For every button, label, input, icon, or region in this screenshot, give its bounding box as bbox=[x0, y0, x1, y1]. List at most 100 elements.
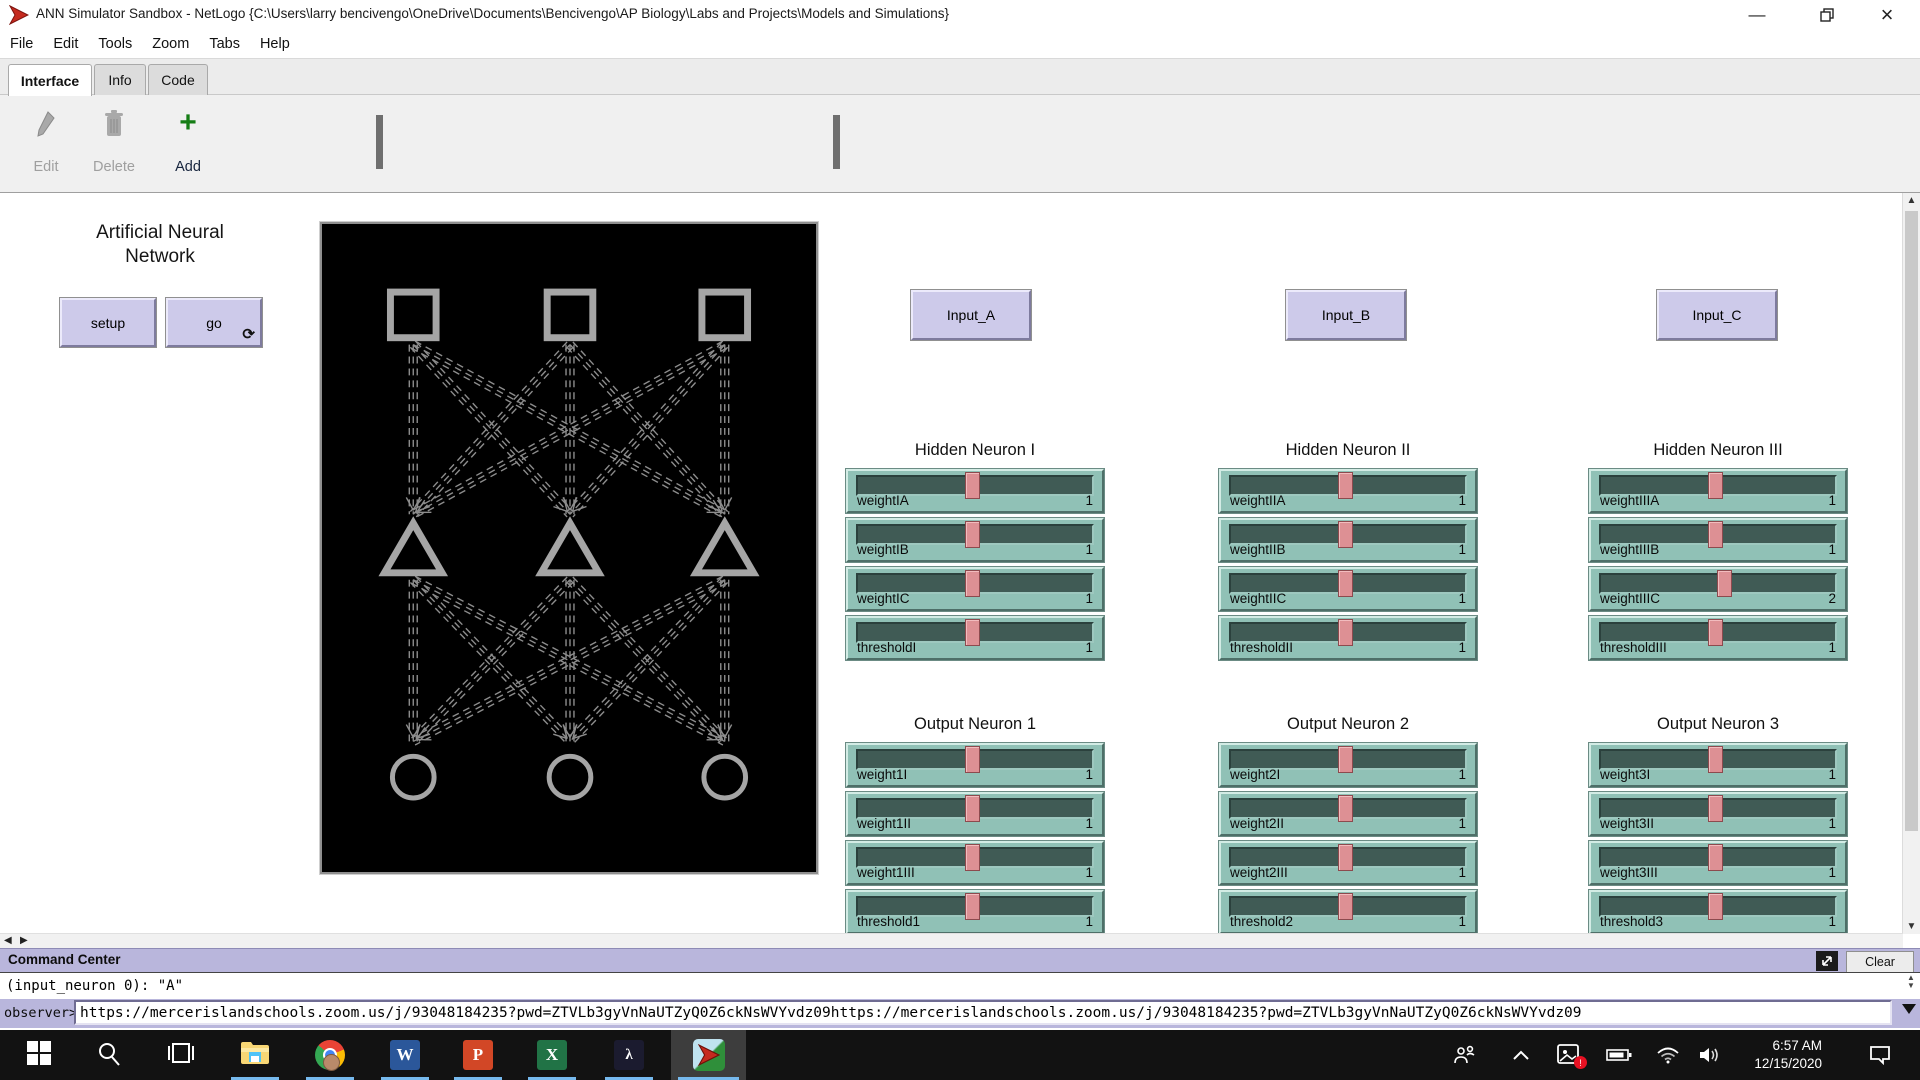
close-button[interactable]: × bbox=[1864, 0, 1910, 30]
go-button[interactable]: go ⟳ bbox=[166, 298, 262, 347]
taskbar-app-word[interactable]: W bbox=[374, 1030, 436, 1080]
tab-code[interactable]: Code bbox=[148, 64, 208, 95]
menu-item-help[interactable]: Help bbox=[250, 36, 300, 52]
vertical-scrollbar[interactable]: ▲ ▼ bbox=[1902, 193, 1920, 934]
scroll-right-icon[interactable]: ▶ bbox=[20, 935, 28, 946]
slider-weight2I[interactable]: weight2I1 bbox=[1219, 743, 1477, 787]
slider-thumb[interactable] bbox=[1338, 795, 1353, 822]
taskbar-app-start[interactable] bbox=[8, 1030, 70, 1080]
vertical-scrollbar-thumb[interactable] bbox=[1905, 211, 1918, 831]
add-button[interactable]: + Add bbox=[156, 109, 220, 175]
tray-battery-icon[interactable] bbox=[1601, 1030, 1637, 1080]
slider-weightIA[interactable]: weightIA1 bbox=[846, 469, 1104, 513]
tab-info[interactable]: Info bbox=[94, 64, 146, 95]
slider-weight1I[interactable]: weight1I1 bbox=[846, 743, 1104, 787]
slider-thumb[interactable] bbox=[1338, 746, 1353, 773]
scroll-down-icon[interactable]: ▼ bbox=[1903, 921, 1920, 932]
slider-thumb[interactable] bbox=[1708, 746, 1723, 773]
slider-thumb[interactable] bbox=[1338, 619, 1353, 646]
scroll-left-icon[interactable]: ◀ bbox=[4, 935, 12, 946]
scroll-up-icon[interactable]: ▲ bbox=[1903, 195, 1920, 206]
tab-interface[interactable]: Interface bbox=[8, 64, 92, 96]
command-center-resize-button[interactable] bbox=[1816, 951, 1838, 971]
input-button-input_b[interactable]: Input_B bbox=[1286, 290, 1406, 340]
taskbar-clock[interactable]: 6:57 AM 12/15/2020 bbox=[1712, 1037, 1822, 1073]
taskbar-app-chrome[interactable] bbox=[299, 1030, 361, 1080]
slider-thumb[interactable] bbox=[1338, 521, 1353, 548]
world-view-canvas[interactable] bbox=[320, 222, 818, 874]
slider-thumb[interactable] bbox=[965, 619, 980, 646]
slider-thumb[interactable] bbox=[1338, 472, 1353, 499]
slider-thresholdIII[interactable]: thresholdIII1 bbox=[1589, 616, 1847, 660]
slider-weight3III[interactable]: weight3III1 bbox=[1589, 841, 1847, 885]
slider-weight3II[interactable]: weight3II1 bbox=[1589, 792, 1847, 836]
slider-thumb[interactable] bbox=[965, 521, 980, 548]
menu-item-tools[interactable]: Tools bbox=[88, 36, 142, 52]
delete-button[interactable]: Delete bbox=[82, 109, 146, 175]
slider-threshold3[interactable]: threshold31 bbox=[1589, 890, 1847, 934]
slider-weight2II[interactable]: weight2II1 bbox=[1219, 792, 1477, 836]
taskbar-app-excel[interactable]: X bbox=[521, 1030, 583, 1080]
edit-button[interactable]: Edit bbox=[14, 109, 78, 175]
slider-threshold2[interactable]: threshold21 bbox=[1219, 890, 1477, 934]
setup-button[interactable]: setup bbox=[60, 298, 156, 347]
slider-thumb[interactable] bbox=[1708, 844, 1723, 871]
slider-weightIIA[interactable]: weightIIA1 bbox=[1219, 469, 1477, 513]
slider-weight1II[interactable]: weight1II1 bbox=[846, 792, 1104, 836]
minimize-button[interactable]: — bbox=[1734, 0, 1780, 30]
taskbar-app-powerpoint[interactable]: P bbox=[447, 1030, 509, 1080]
slider-name: thresholdI bbox=[857, 640, 916, 655]
input-button-input_a[interactable]: Input_A bbox=[911, 290, 1031, 340]
slider-thumb[interactable] bbox=[1338, 570, 1353, 597]
slider-thumb[interactable] bbox=[1708, 619, 1723, 646]
menu-item-file[interactable]: File bbox=[0, 36, 43, 52]
command-input[interactable]: https://mercerislandschools.zoom.us/j/93… bbox=[74, 1000, 1892, 1025]
slider-weightIIIB[interactable]: weightIIIB1 bbox=[1589, 518, 1847, 562]
slider-thumb[interactable] bbox=[1338, 893, 1353, 920]
slider-weightIIB[interactable]: weightIIB1 bbox=[1219, 518, 1477, 562]
slider-weightIC[interactable]: weightIC1 bbox=[846, 567, 1104, 611]
slider-weight2III[interactable]: weight2III1 bbox=[1219, 841, 1477, 885]
menu-item-tabs[interactable]: Tabs bbox=[199, 36, 250, 52]
slider-thumb[interactable] bbox=[965, 570, 980, 597]
taskbar-app-file-explorer[interactable] bbox=[224, 1030, 286, 1080]
slider-thumb[interactable] bbox=[965, 472, 980, 499]
clear-button[interactable]: Clear bbox=[1846, 951, 1914, 973]
taskbar-app-netlogo[interactable] bbox=[671, 1030, 746, 1080]
slider-thumb[interactable] bbox=[1338, 844, 1353, 871]
slider-weightIIIC[interactable]: weightIIIC2 bbox=[1589, 567, 1847, 611]
output-scrollbar[interactable]: ▲▼ bbox=[1904, 974, 1918, 996]
slider-weightIIC[interactable]: weightIIC1 bbox=[1219, 567, 1477, 611]
slider-thresholdII[interactable]: thresholdII1 bbox=[1219, 616, 1477, 660]
slider-thumb[interactable] bbox=[1708, 472, 1723, 499]
slider-thumb[interactable] bbox=[1708, 893, 1723, 920]
tray-wifi-icon[interactable] bbox=[1650, 1030, 1686, 1080]
tray-notification-app-icon[interactable]: ! bbox=[1552, 1030, 1588, 1080]
tray-action-center-icon[interactable] bbox=[1862, 1030, 1898, 1080]
edit-label: Edit bbox=[34, 159, 59, 175]
slider-thresholdI[interactable]: thresholdI1 bbox=[846, 616, 1104, 660]
horizontal-scrollbar[interactable]: ◀ ▶ bbox=[0, 933, 1903, 948]
tray-people-icon[interactable] bbox=[1447, 1030, 1483, 1080]
tray-chevron-up-icon[interactable] bbox=[1503, 1030, 1539, 1080]
restore-button[interactable] bbox=[1804, 0, 1850, 30]
slider-thumb[interactable] bbox=[965, 746, 980, 773]
taskbar-app-search[interactable] bbox=[78, 1030, 140, 1080]
slider-thumb[interactable] bbox=[965, 844, 980, 871]
menu-item-zoom[interactable]: Zoom bbox=[142, 36, 199, 52]
slider-thumb[interactable] bbox=[1708, 795, 1723, 822]
slider-weight1III[interactable]: weight1III1 bbox=[846, 841, 1104, 885]
taskbar-app-task-view[interactable] bbox=[150, 1030, 212, 1080]
input-button-input_c[interactable]: Input_C bbox=[1657, 290, 1777, 340]
command-history-dropdown-icon[interactable] bbox=[1902, 1004, 1916, 1014]
slider-thumb[interactable] bbox=[965, 893, 980, 920]
slider-thumb[interactable] bbox=[1717, 570, 1732, 597]
slider-weight3I[interactable]: weight3I1 bbox=[1589, 743, 1847, 787]
slider-thumb[interactable] bbox=[1708, 521, 1723, 548]
taskbar-app-acrobat[interactable]: λ bbox=[598, 1030, 660, 1080]
slider-threshold1[interactable]: threshold11 bbox=[846, 890, 1104, 934]
slider-thumb[interactable] bbox=[965, 795, 980, 822]
slider-weightIIIA[interactable]: weightIIIA1 bbox=[1589, 469, 1847, 513]
menu-item-edit[interactable]: Edit bbox=[43, 36, 88, 52]
slider-weightIB[interactable]: weightIB1 bbox=[846, 518, 1104, 562]
